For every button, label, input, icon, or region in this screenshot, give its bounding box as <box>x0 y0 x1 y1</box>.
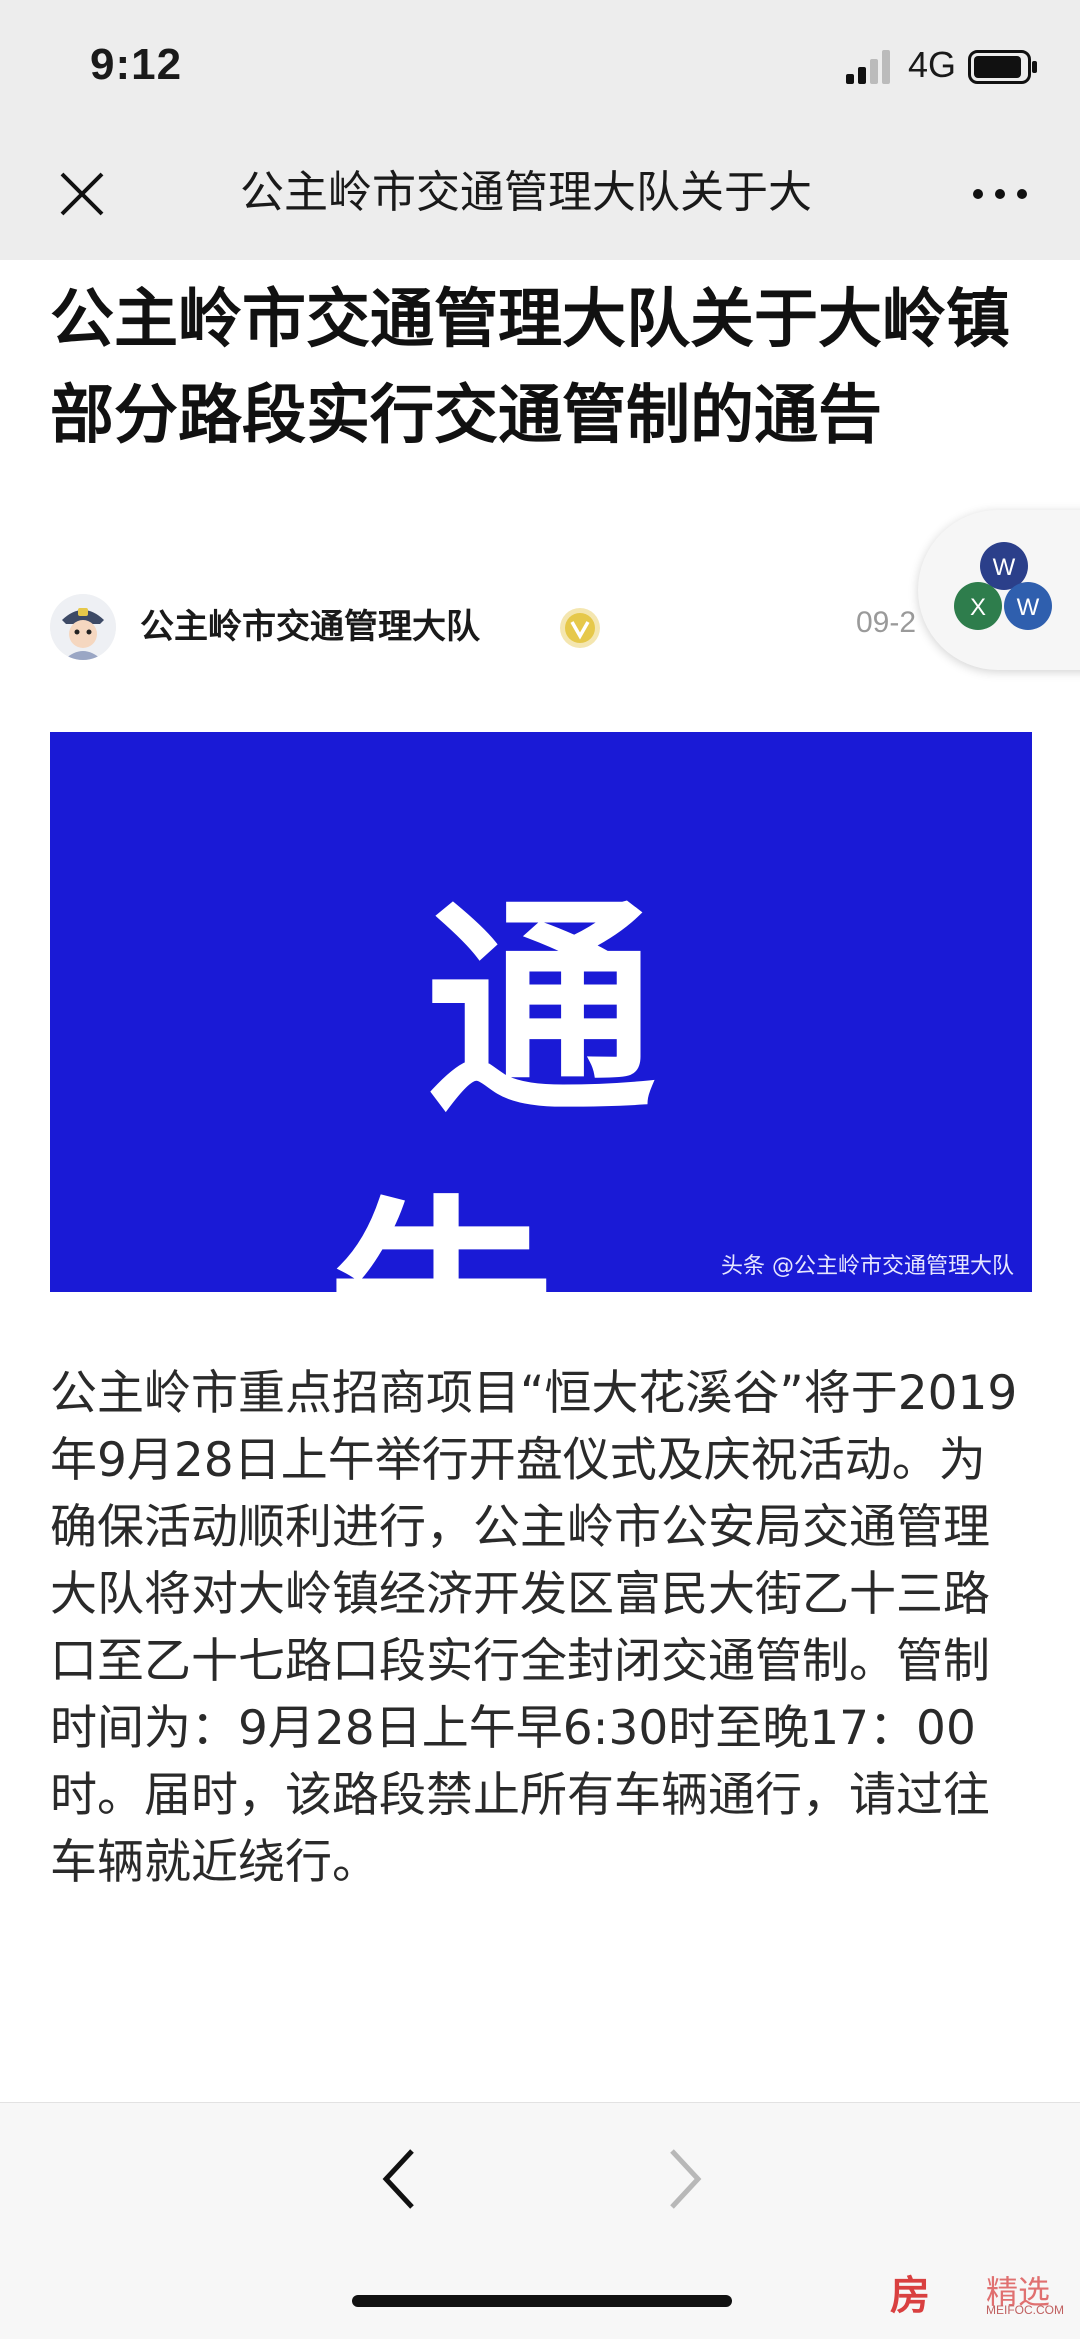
watermark-url: MEIFOC.COM <box>986 2303 1064 2317</box>
floating-app-icon: W X W <box>954 542 1052 630</box>
article-body: 公主岭市重点招商项目“恒大花溪谷”将于2019年9月28日上午举行开盘仪式及庆祝… <box>50 1366 1018 1890</box>
title-bar-text: 公主岭市交通管理大队关于大 <box>240 167 812 218</box>
avatar[interactable] <box>50 594 116 660</box>
verified-icon <box>560 608 600 648</box>
more-icon[interactable] <box>970 184 1030 204</box>
watermark-logo: 房 精选 MEIFOC.COM <box>890 2263 1070 2323</box>
status-time: 9:12 <box>90 40 183 89</box>
watermark-brand: 房 <box>890 2273 930 2319</box>
floating-label-2: X <box>970 594 986 621</box>
notice-banner-image[interactable]: 通告 头条 @公主岭市交通管理大队 <box>50 732 1032 1292</box>
floating-label-1: W <box>993 554 1016 581</box>
author-name[interactable]: 公主岭市交通管理大队 <box>140 602 480 652</box>
author-row: 公主岭市交通管理大队 09-2 <box>50 588 1050 668</box>
bottom-nav: 房 精选 MEIFOC.COM <box>0 2102 1080 2339</box>
floating-label-3: W <box>1017 594 1040 621</box>
publish-date: 09-2 <box>856 606 917 639</box>
title-bar: 公主岭市交通管理大队关于大 <box>0 130 1080 260</box>
home-indicator[interactable] <box>352 2295 732 2307</box>
notice-banner-text: 通告 <box>326 878 856 1292</box>
close-icon[interactable] <box>54 166 110 222</box>
battery-icon <box>968 50 1037 84</box>
forward-arrow-icon <box>670 2149 702 2209</box>
signal-icon <box>846 50 890 84</box>
floating-app-switcher[interactable]: W X W <box>918 510 1080 670</box>
article-title: 公主岭市交通管理大队关于大岭镇部分路段实行交通管制的通告 <box>50 283 1010 453</box>
network-label: 4G <box>908 44 957 85</box>
banner-watermark: 头条 @公主岭市交通管理大队 <box>721 1254 1014 1279</box>
back-arrow-icon[interactable] <box>380 2145 420 2213</box>
status-bar: 9:12 4G <box>0 0 1080 130</box>
